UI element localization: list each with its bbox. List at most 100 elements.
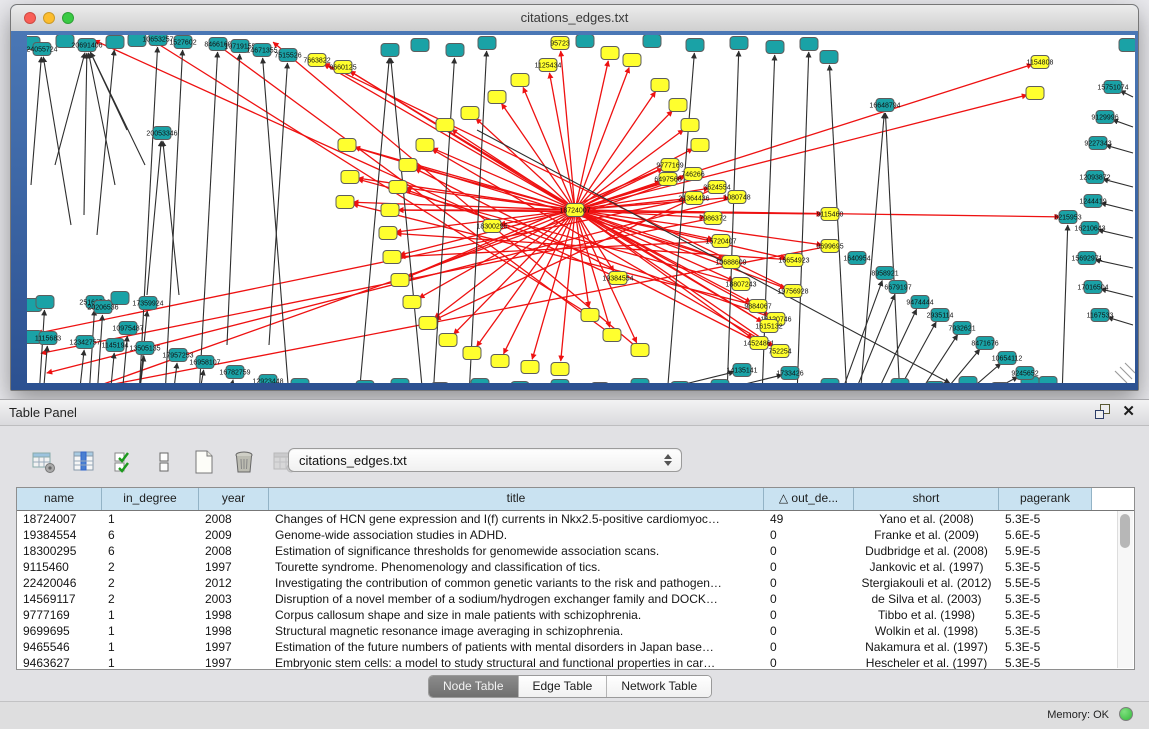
table-selector-dropdown[interactable]: citations_edges.txt xyxy=(288,448,682,472)
graph-node[interactable] xyxy=(991,383,1009,384)
graph-node[interactable] xyxy=(643,35,661,48)
scrollbar-thumb[interactable] xyxy=(1120,514,1130,548)
column-header-1[interactable]: in_degree xyxy=(102,488,199,510)
graph-node[interactable] xyxy=(416,139,434,152)
graph-node[interactable] xyxy=(576,35,594,48)
graph-node[interactable] xyxy=(403,296,421,309)
graph-node[interactable] xyxy=(379,227,397,240)
table-row[interactable]: 2242004622012Investigating the contribut… xyxy=(17,575,1134,591)
graph-node[interactable] xyxy=(959,377,977,384)
table-row[interactable]: 946554611997Estimation of the future num… xyxy=(17,639,1134,655)
graph-node[interactable]: 8471676 xyxy=(971,337,998,350)
graph-node[interactable] xyxy=(581,309,599,322)
column-header-6[interactable]: pagerank xyxy=(999,488,1092,510)
graph-node[interactable] xyxy=(551,380,569,384)
graph-node[interactable] xyxy=(651,79,669,92)
column-selector-icon[interactable] xyxy=(70,448,98,476)
memory-status-indicator[interactable] xyxy=(1119,707,1133,721)
graph-node[interactable] xyxy=(419,317,437,330)
graph-node[interactable] xyxy=(336,196,354,209)
graph-node[interactable]: 17016504 xyxy=(1077,281,1108,294)
network-canvas[interactable]: 1872400795723112543419384554183002959777… xyxy=(27,35,1135,383)
graph-node[interactable] xyxy=(111,292,129,305)
graph-node[interactable]: 16958107 xyxy=(189,356,220,369)
graph-node[interactable]: 20691406 xyxy=(71,39,102,52)
graph-node[interactable] xyxy=(669,99,687,112)
graph-node[interactable] xyxy=(478,37,496,50)
graph-node[interactable] xyxy=(730,37,748,50)
table-row[interactable]: 1938455462009Genome-wide association stu… xyxy=(17,527,1134,543)
graph-node[interactable]: 9129996 xyxy=(1091,111,1118,124)
graph-node[interactable]: 7515526 xyxy=(274,49,301,62)
graph-node[interactable]: 1244419 xyxy=(1079,195,1106,208)
graph-node[interactable] xyxy=(381,44,399,57)
graph-node[interactable] xyxy=(338,139,356,152)
tab-edge-table[interactable]: Edge Table xyxy=(519,676,608,697)
graph-node[interactable]: 7932621 xyxy=(948,322,975,335)
graph-node[interactable] xyxy=(671,382,689,384)
graph-node[interactable] xyxy=(36,296,54,309)
graph-node[interactable] xyxy=(926,382,944,384)
graph-node[interactable] xyxy=(686,39,704,52)
graph-node[interactable]: 10975487 xyxy=(112,322,143,335)
graph-node[interactable]: 16782759 xyxy=(219,366,250,379)
graph-node[interactable] xyxy=(106,36,124,49)
graph-node[interactable] xyxy=(511,382,529,384)
new-table-icon[interactable] xyxy=(190,448,218,476)
delete-columns-icon[interactable] xyxy=(230,448,258,476)
row-height-icon[interactable] xyxy=(150,448,178,476)
graph-node[interactable]: 9115460 xyxy=(817,208,844,221)
graph-node[interactable]: 12923448 xyxy=(252,375,283,384)
graph-node[interactable] xyxy=(551,363,569,376)
graph-node[interactable] xyxy=(391,379,409,384)
graph-node[interactable]: 752254 xyxy=(768,345,791,358)
graph-node[interactable]: 20053346 xyxy=(146,127,177,140)
graph-node[interactable] xyxy=(356,381,374,384)
graph-node[interactable] xyxy=(820,51,838,64)
graph-node[interactable] xyxy=(391,274,409,287)
select-rows-icon[interactable] xyxy=(110,448,138,476)
graph-node[interactable] xyxy=(766,41,784,54)
graph-node[interactable] xyxy=(1039,377,1057,384)
column-header-5[interactable]: short xyxy=(854,488,999,510)
graph-node[interactable]: 14135141 xyxy=(726,364,757,377)
graph-node[interactable] xyxy=(891,379,909,384)
column-header-2[interactable]: year xyxy=(199,488,269,510)
graph-node[interactable] xyxy=(681,119,699,132)
float-panel-icon[interactable] xyxy=(1095,404,1110,419)
graph-node[interactable] xyxy=(488,91,506,104)
table-row[interactable]: 1830029562008Estimation of significance … xyxy=(17,543,1134,559)
graph-node[interactable]: 9660125 xyxy=(329,61,356,74)
graph-node[interactable]: 9474444 xyxy=(906,296,933,309)
close-panel-icon[interactable]: ✕ xyxy=(1122,404,1135,419)
column-header-3[interactable]: title xyxy=(269,488,764,510)
graph-node[interactable]: 8958921 xyxy=(871,267,898,280)
column-header-4[interactable]: △ out_de... xyxy=(764,488,854,510)
graph-node[interactable] xyxy=(623,54,641,67)
table-row[interactable]: 911546021997Tourette syndrome. Phenomeno… xyxy=(17,559,1134,575)
graph-node[interactable]: 95723 xyxy=(550,37,570,50)
graph-node[interactable] xyxy=(601,47,619,60)
graph-node[interactable] xyxy=(631,379,649,384)
graph-node[interactable]: 16210643 xyxy=(1074,222,1105,235)
graph-node[interactable] xyxy=(591,383,609,384)
graph-node[interactable]: 15692971 xyxy=(1071,252,1102,265)
graph-node[interactable]: 1125434 xyxy=(535,59,562,72)
graph-node[interactable]: 17359924 xyxy=(132,297,163,310)
graph-node[interactable] xyxy=(461,107,479,120)
graph-node[interactable]: 10654112 xyxy=(992,352,1023,365)
graph-node[interactable] xyxy=(439,334,457,347)
graph-node[interactable] xyxy=(381,204,399,217)
graph-node[interactable] xyxy=(800,38,818,51)
graph-node[interactable]: 1640954 xyxy=(843,252,870,265)
graph-node[interactable] xyxy=(1119,39,1135,52)
graph-node[interactable] xyxy=(631,344,649,357)
graph-node[interactable] xyxy=(471,379,489,384)
graph-node[interactable]: 1154808 xyxy=(1027,56,1054,69)
table-row[interactable]: 977716911998Corpus callosum shape and si… xyxy=(17,607,1134,623)
graph-node[interactable] xyxy=(711,380,729,384)
graph-node[interactable] xyxy=(491,355,509,368)
table-row[interactable]: 969969511998Structural magnetic resonanc… xyxy=(17,623,1134,639)
graph-node[interactable] xyxy=(411,39,429,52)
graph-node[interactable] xyxy=(446,44,464,57)
